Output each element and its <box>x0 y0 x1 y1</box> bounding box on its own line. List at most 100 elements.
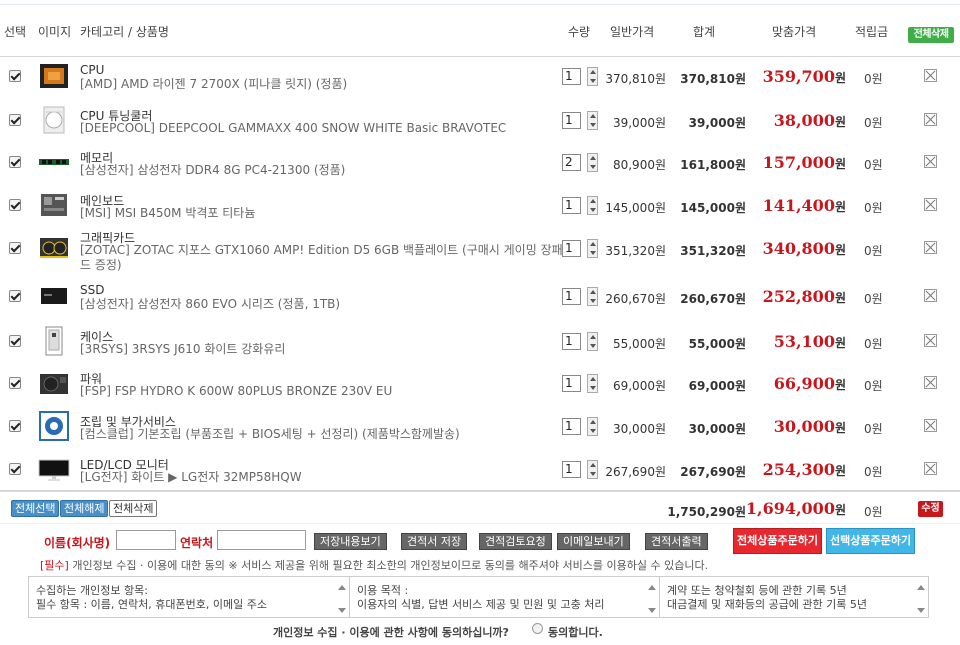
product-name[interactable]: [DEEPCOOL] DEEPCOOL GAMMAXX 400 SNOW WHI… <box>80 121 506 136</box>
print-estimate-button[interactable]: 견적서출력 <box>645 533 708 550</box>
delete-item-icon[interactable] <box>924 198 937 211</box>
row-checkbox[interactable] <box>9 290 21 302</box>
name-input[interactable] <box>116 530 176 550</box>
row-checkbox[interactable] <box>9 156 21 168</box>
delete-item-icon[interactable] <box>924 334 937 347</box>
unit-price: 260,670원 <box>605 292 666 306</box>
unit-price: 55,000원 <box>612 337 666 351</box>
sale-price: 38,000원 <box>773 111 846 130</box>
product-name[interactable]: [AMD] AMD 라이젠 7 2700X (피나클 릿지) (정품) <box>80 77 347 92</box>
deselect-all-button[interactable]: 전체해제 <box>60 500 109 517</box>
sale-price: 359,700원 <box>762 67 846 86</box>
table-row: 파워 [FSP] FSP HYDRO K 600W 80PLUS BRONZE 2… <box>0 362 960 405</box>
quantity-input[interactable]: 1 <box>562 288 581 305</box>
quantity-stepper[interactable] <box>587 153 598 172</box>
retention-box[interactable]: 계약 또는 청약철회 등에 관한 기록 5년 대금결제 및 재화등의 공급에 관… <box>660 577 928 617</box>
case-icon[interactable] <box>38 325 70 357</box>
row-checkbox[interactable] <box>9 114 21 126</box>
name-label: 이름(회사명) <box>44 536 111 550</box>
ssd-icon[interactable] <box>38 280 70 312</box>
delete-item-icon[interactable] <box>924 289 937 302</box>
sale-price: 157,000원 <box>762 153 846 172</box>
quantity-input[interactable]: 1 <box>562 375 581 392</box>
product-name[interactable]: [ZOTAC] ZOTAC 지포스 GTX1060 AMP! Edition D… <box>80 243 563 273</box>
select-all-button[interactable]: 전체선택 <box>11 500 60 517</box>
quantity-input[interactable]: 1 <box>562 333 581 350</box>
send-email-button[interactable]: 이메일보내기 <box>557 533 630 550</box>
retention-line-2: 대금결제 및 재화등의 공급에 관한 기록 5년 <box>667 598 868 611</box>
table-row: LED/LCD 모니터 [LG전자] 화이트 ▶ LG전자 32MP58HQW 1 2… <box>0 448 960 491</box>
service-icon[interactable] <box>38 410 70 442</box>
collected-info-box[interactable]: 수집하는 개인정보 항목: 필수 항목 : 이름, 연락처, 휴대폰번호, 이메… <box>29 577 350 617</box>
delete-item-icon[interactable] <box>924 462 937 475</box>
quantity-input[interactable]: 1 <box>562 197 581 214</box>
agree-label[interactable]: 동의합니다. <box>548 624 603 640</box>
view-saved-button[interactable]: 저장내용보기 <box>314 533 387 550</box>
cpu-icon[interactable] <box>38 60 70 92</box>
quantity-input[interactable]: 1 <box>562 112 581 129</box>
gpu-icon[interactable] <box>38 232 70 264</box>
table-row: 케이스 [3RSYS] 3RSYS J610 화이트 강화유리 1 55,000원 55… <box>0 320 960 363</box>
row-checkbox[interactable] <box>9 463 21 475</box>
quantity-stepper[interactable] <box>587 196 598 215</box>
scrollbar[interactable] <box>917 585 925 613</box>
save-estimate-button[interactable]: 견적서 저장 <box>401 533 468 550</box>
cooler-icon[interactable] <box>38 104 70 136</box>
edit-button[interactable]: 수정 <box>918 501 943 517</box>
quantity-stepper[interactable] <box>587 460 598 479</box>
row-checkbox[interactable] <box>9 420 21 432</box>
quantity-stepper[interactable] <box>587 332 598 351</box>
review-request-button[interactable]: 견적검토요청 <box>479 533 552 550</box>
quantity-stepper[interactable] <box>587 111 598 130</box>
memory-icon[interactable] <box>38 146 70 178</box>
delete-item-icon[interactable] <box>924 376 937 389</box>
quantity-input[interactable]: 2 <box>562 154 581 171</box>
quantity-input[interactable]: 1 <box>562 240 581 257</box>
line-total: 30,000원 <box>688 422 746 436</box>
delete-all-button[interactable]: 전체삭제 <box>908 27 954 43</box>
total-price: 1,750,290원 <box>667 505 746 519</box>
mainboard-icon[interactable] <box>38 189 70 221</box>
table-row: CPU [AMD] AMD 라이젠 7 2700X (피나클 릿지) (정품) 1 3… <box>0 55 960 98</box>
quantity-stepper[interactable] <box>587 239 598 258</box>
product-name[interactable]: [삼성전자] 삼성전자 860 EVO 시리즈 (정품, 1TB) <box>80 297 340 312</box>
sale-price: 254,300원 <box>762 460 846 479</box>
quantity-input[interactable]: 1 <box>562 418 581 435</box>
delete-all-bottom-button[interactable]: 전체삭제 <box>109 500 158 517</box>
product-name[interactable]: [컴스클럽] 기본조립 (부품조립 + BIOS세팅 + 선정리) (제품박스함… <box>80 427 460 442</box>
usage-purpose-box[interactable]: 이용 목적 : 이용자의 식별, 답변 서비스 제공 및 민원 및 고충 처리 <box>350 577 660 617</box>
agree-radio[interactable] <box>532 623 543 634</box>
row-checkbox[interactable] <box>9 70 21 82</box>
unit-price: 267,690원 <box>605 465 666 479</box>
delete-item-icon[interactable] <box>924 113 937 126</box>
row-checkbox[interactable] <box>9 199 21 211</box>
quantity-input[interactable]: 1 <box>562 461 581 478</box>
points: 0원 <box>864 116 883 130</box>
delete-item-icon[interactable] <box>924 155 937 168</box>
row-checkbox[interactable] <box>9 242 21 254</box>
quantity-stepper[interactable] <box>587 67 598 86</box>
delete-item-icon[interactable] <box>924 419 937 432</box>
product-name[interactable]: [FSP] FSP HYDRO K 600W 80PLUS BRONZE 230… <box>80 384 392 399</box>
line-total: 370,810원 <box>680 72 746 86</box>
quantity-stepper[interactable] <box>587 417 598 436</box>
product-name[interactable]: [LG전자] 화이트 ▶ LG전자 32MP58HQW <box>80 470 302 485</box>
delete-item-icon[interactable] <box>924 69 937 82</box>
row-checkbox[interactable] <box>9 377 21 389</box>
contact-input[interactable] <box>217 530 306 550</box>
quantity-input[interactable]: 1 <box>562 68 581 85</box>
scrollbar[interactable] <box>648 585 656 613</box>
quantity-stepper[interactable] <box>587 374 598 393</box>
monitor-icon[interactable] <box>38 453 70 485</box>
scrollbar[interactable] <box>338 585 346 613</box>
consent-question: 개인정보 수집 · 이용에 관한 사항에 동의하십니까? <box>273 626 509 639</box>
delete-item-icon[interactable] <box>924 241 937 254</box>
product-name[interactable]: [삼성전자] 삼성전자 DDR4 8G PC4-21300 (정품) <box>80 163 345 178</box>
quantity-stepper[interactable] <box>587 287 598 306</box>
order-all-button[interactable]: 전체상품주문하기 <box>733 528 822 554</box>
product-name[interactable]: [MSI] MSI B450M 박격포 티타늄 <box>80 206 255 221</box>
order-selected-button[interactable]: 선택상품주문하기 <box>826 528 915 554</box>
row-checkbox[interactable] <box>9 335 21 347</box>
psu-icon[interactable] <box>38 367 70 399</box>
product-name[interactable]: [3RSYS] 3RSYS J610 화이트 강화유리 <box>80 342 285 357</box>
